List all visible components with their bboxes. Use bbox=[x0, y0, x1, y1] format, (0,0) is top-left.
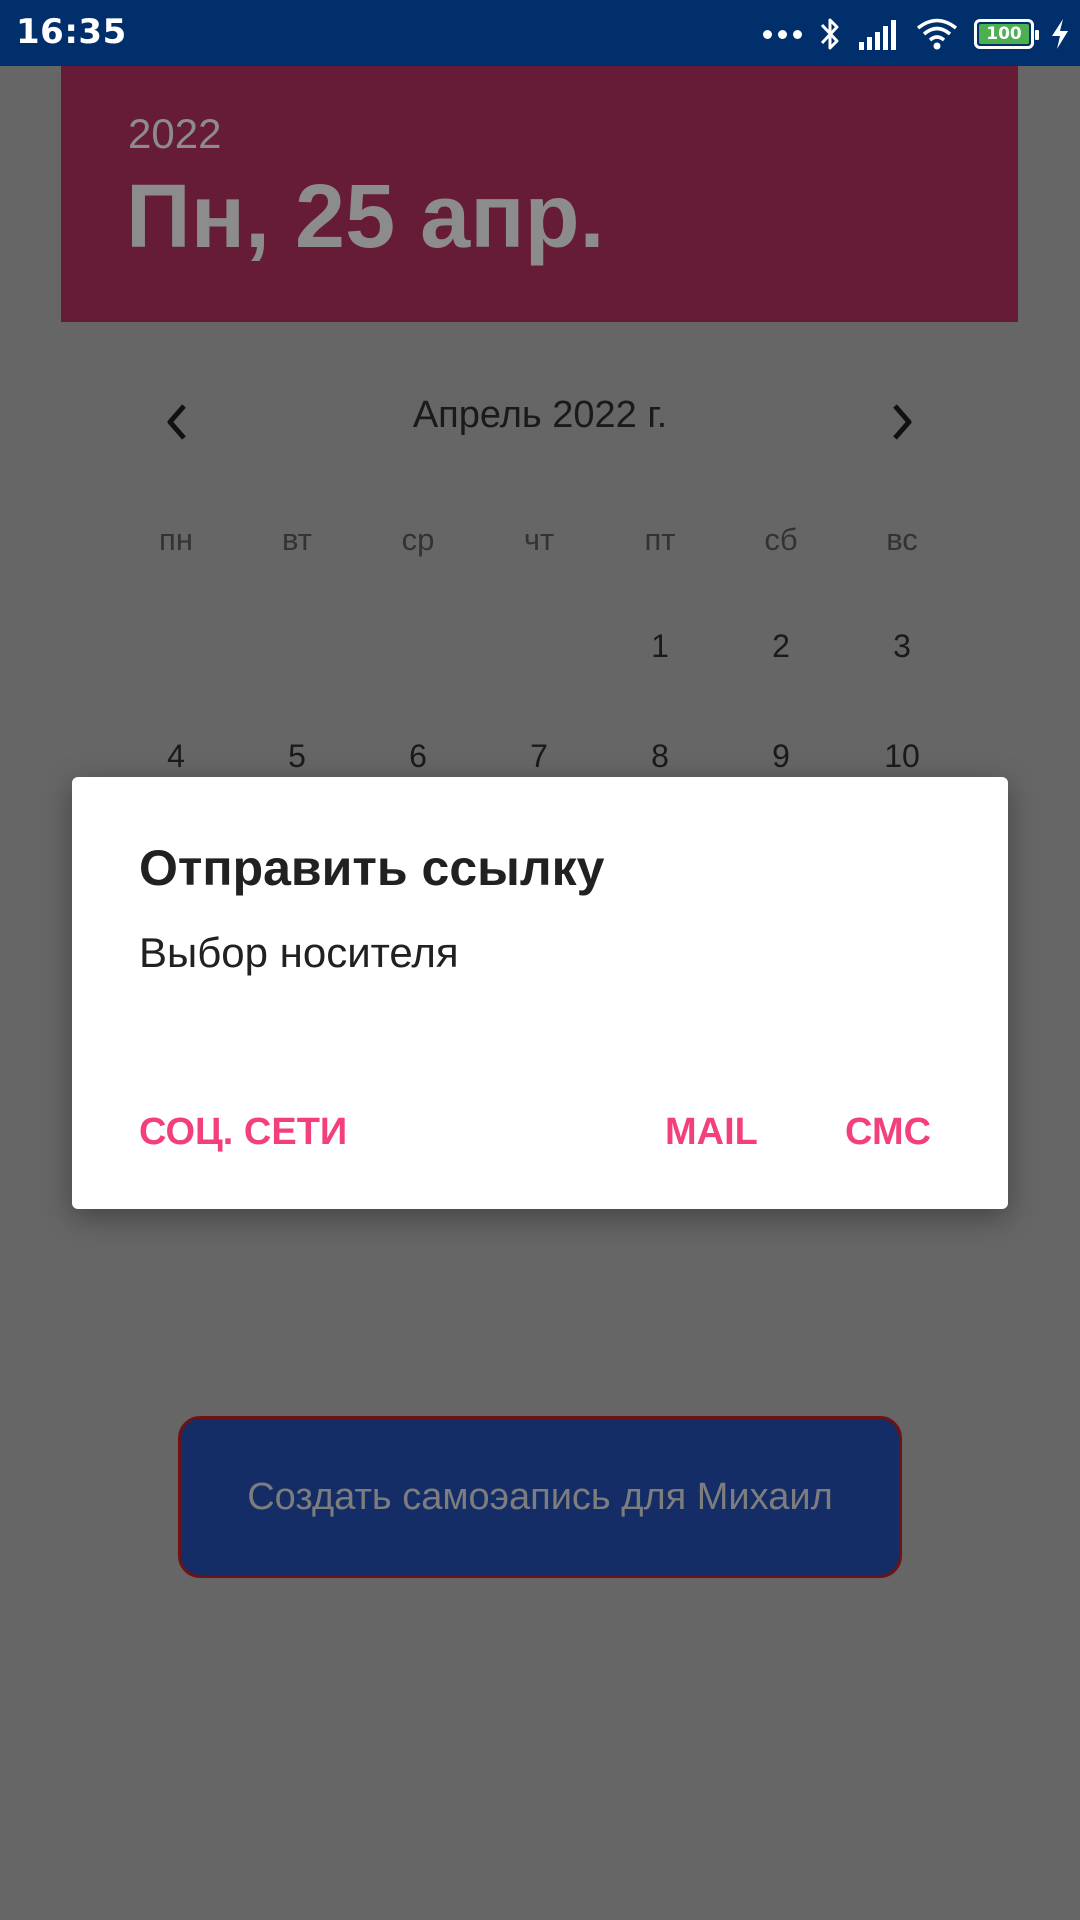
status-time: 16:35 bbox=[16, 12, 127, 52]
create-self-booking-label: Создать самоэапись для Михаил bbox=[247, 1475, 833, 1518]
calendar-day[interactable]: 10 bbox=[862, 738, 942, 775]
next-month-button[interactable] bbox=[872, 392, 932, 452]
calendar-day[interactable]: 1 bbox=[620, 628, 700, 665]
status-icons: 100 bbox=[763, 14, 1070, 54]
chevron-right-icon bbox=[893, 404, 912, 440]
selected-date-label[interactable]: Пн, 25 апр. bbox=[126, 166, 605, 269]
battery-level: 100 bbox=[979, 24, 1029, 44]
weekday-label: пн bbox=[159, 522, 193, 557]
calendar-day[interactable]: 6 bbox=[378, 738, 458, 775]
more-dots-icon bbox=[763, 29, 802, 39]
send-link-dialog: Отправить ссылку Выбор носителя СОЦ. СЕТ… bbox=[72, 777, 1008, 1209]
weekday-label: чт bbox=[523, 522, 555, 557]
month-title: Апрель 2022 г. bbox=[412, 394, 668, 436]
calendar-day[interactable]: 4 bbox=[136, 738, 216, 775]
weekday-label: сб bbox=[764, 522, 798, 557]
create-self-booking-button[interactable]: Создать самоэапись для Михаил bbox=[178, 1416, 902, 1578]
dialog-title: Отправить ссылку bbox=[139, 840, 605, 896]
weekday-label: пт bbox=[644, 522, 676, 557]
dialog-message: Выбор носителя bbox=[139, 929, 459, 976]
weekday-label: вс bbox=[886, 522, 918, 557]
status-bar: 16:35 100 bbox=[0, 0, 1080, 66]
date-picker-header: 2022 Пн, 25 апр. bbox=[61, 66, 1018, 322]
calendar-day[interactable]: 2 bbox=[741, 628, 821, 665]
chevron-left-icon bbox=[167, 404, 186, 440]
charging-bolt-icon bbox=[1052, 19, 1068, 49]
year-label[interactable]: 2022 bbox=[128, 110, 221, 158]
calendar-day[interactable]: 5 bbox=[257, 738, 337, 775]
social-networks-button[interactable]: СОЦ. СЕТИ bbox=[139, 1111, 347, 1154]
calendar-day[interactable]: 7 bbox=[499, 738, 579, 775]
previous-month-button[interactable] bbox=[147, 392, 207, 452]
bluetooth-icon bbox=[820, 18, 839, 50]
signal-icon bbox=[859, 20, 896, 50]
battery-icon: 100 bbox=[974, 19, 1039, 49]
mail-button[interactable]: MAIL bbox=[665, 1111, 758, 1154]
calendar-day[interactable]: 3 bbox=[862, 628, 942, 665]
calendar-day[interactable]: 8 bbox=[620, 738, 700, 775]
weekday-label: ср bbox=[401, 522, 435, 557]
calendar-day[interactable]: 9 bbox=[741, 738, 821, 775]
weekday-label: вт bbox=[282, 522, 312, 557]
sms-button[interactable]: СМС bbox=[845, 1111, 931, 1154]
wifi-icon bbox=[916, 18, 958, 50]
